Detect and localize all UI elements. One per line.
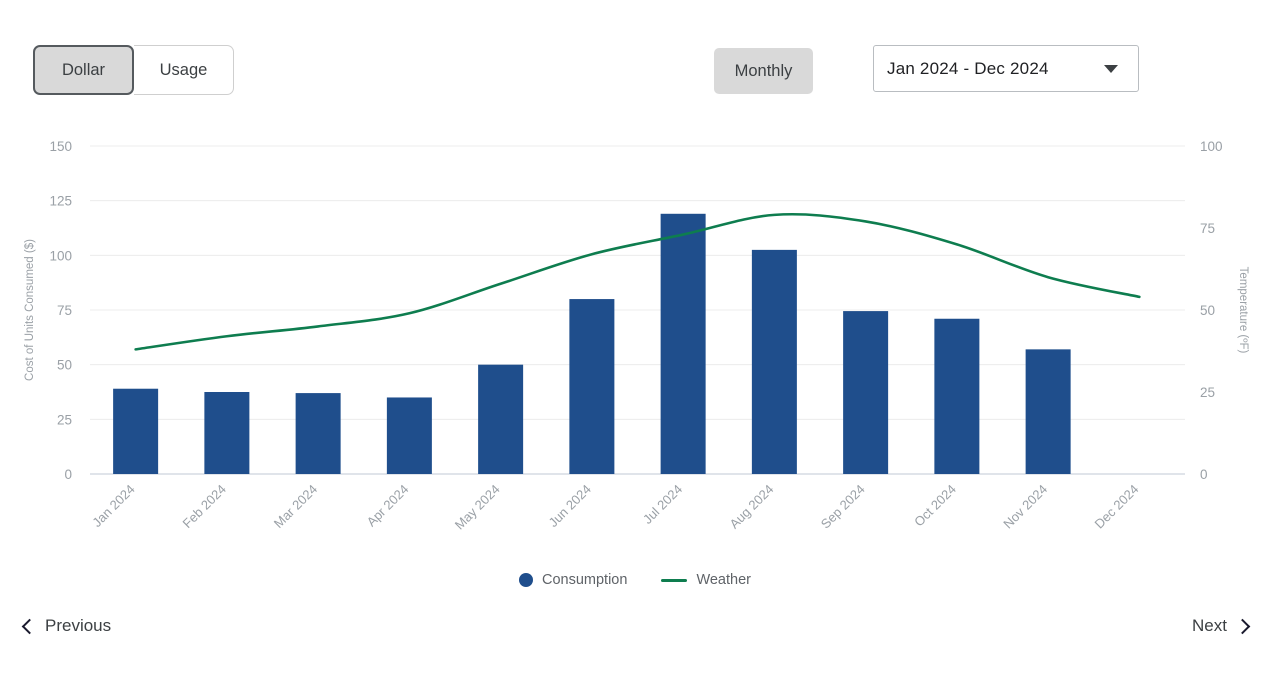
y-axis-left-ticks: 0 25 50 75 100 125 150 [49,139,72,482]
chart-toolbar: Dollar Usage Monthly Jan 2024 - Dec 2024 [0,0,1270,120]
toggle-dollar-button[interactable]: Dollar [33,45,134,95]
svg-text:Jan 2024: Jan 2024 [89,482,137,530]
chevron-down-icon [1104,64,1118,73]
svg-text:Feb 2024: Feb 2024 [180,482,229,531]
chart-gridlines [90,145,1185,475]
consumption-marker-icon [519,573,533,587]
svg-text:50: 50 [57,358,72,373]
svg-text:125: 125 [49,194,72,209]
legend-item-weather[interactable]: Weather [661,572,751,588]
y-axis-right-title: Temperature (ºF) [1237,267,1249,354]
period-label: Monthly [734,61,793,80]
svg-text:25: 25 [57,412,72,427]
next-label: Next [1192,616,1227,635]
svg-text:100: 100 [1200,139,1223,154]
consumption-weather-chart: 0 25 50 75 100 125 150 0 25 50 75 100 Jan 2024 Feb … [0,120,1270,600]
legend-item-consumption[interactable]: Consumption [519,572,627,588]
svg-text:25: 25 [1200,385,1215,400]
date-range-value: Jan 2024 - Dec 2024 [887,58,1049,78]
svg-text:May 2024: May 2024 [452,482,503,533]
svg-text:Apr 2024: Apr 2024 [364,482,412,530]
y-axis-right-ticks: 0 25 50 75 100 [1200,139,1223,482]
svg-text:Nov 2024: Nov 2024 [1000,482,1050,532]
svg-text:Aug 2024: Aug 2024 [727,482,777,532]
svg-text:150: 150 [49,139,72,154]
legend-label-weather: Weather [696,572,751,588]
unit-toggle-group: Dollar Usage [33,45,234,95]
svg-text:Oct 2024: Oct 2024 [911,482,959,530]
svg-text:Jun 2024: Jun 2024 [546,482,594,530]
svg-text:0: 0 [64,467,72,482]
weather-marker-icon [661,578,688,582]
toggle-dollar-label: Dollar [61,60,106,79]
weather-line-series [134,212,1141,351]
chart-bars [113,213,1071,474]
toggle-usage-button[interactable]: Usage [134,45,234,95]
x-axis-ticks: Jan 2024 Feb 2024 Mar 2024 Apr 2024 May 2024… [89,482,1141,533]
chevron-right-icon [1234,618,1251,634]
svg-text:Mar 2024: Mar 2024 [271,482,320,531]
chevron-left-icon [21,618,38,634]
y-axis-left-title: Cost of Units Consumed ($) [24,239,36,381]
chart-plot-area: 0 25 50 75 100 125 150 0 25 50 75 100 Jan 2024 Feb … [24,139,1249,533]
svg-text:100: 100 [49,248,72,263]
svg-text:75: 75 [1200,221,1215,236]
svg-text:Dec 2024: Dec 2024 [1092,482,1142,532]
svg-text:0: 0 [1200,467,1208,482]
svg-text:Jul 2024: Jul 2024 [640,482,685,527]
previous-label: Previous [45,616,112,635]
svg-text:50: 50 [1200,303,1215,318]
date-range-select[interactable]: Jan 2024 - Dec 2024 [873,45,1139,92]
svg-text:Sep 2024: Sep 2024 [818,482,868,532]
chart-legend: Consumption Weather [0,572,1270,588]
next-button[interactable]: Next [1192,616,1251,636]
period-monthly-button[interactable]: Monthly [714,48,813,94]
toggle-usage-label: Usage [159,60,208,79]
previous-button[interactable]: Previous [21,616,112,636]
pagination-footer: Previous Next [0,608,1270,658]
svg-text:75: 75 [57,303,72,318]
legend-label-consumption: Consumption [542,572,628,588]
